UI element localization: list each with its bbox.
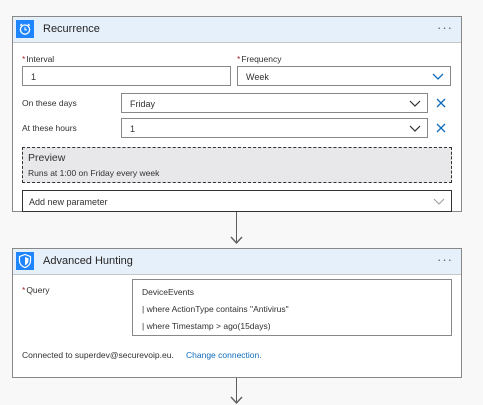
hunting-more-button[interactable]: ··· [437,252,453,267]
advanced-hunting-card: Advanced Hunting ··· *Query DeviceEvents… [12,248,462,378]
remove-days-icon[interactable] [435,97,447,109]
query-line: | where ActionType contains "Antivirus" [142,304,289,314]
chevron-down-icon [433,198,445,205]
query-textarea[interactable]: DeviceEvents | where ActionType contains… [132,279,452,336]
preview-title: Preview [28,152,66,164]
hours-dropdown[interactable]: 1 [121,118,428,138]
hunting-title: Advanced Hunting [43,255,133,267]
recurrence-more-button[interactable]: ··· [437,20,453,35]
remove-hours-icon[interactable] [435,122,447,134]
recurrence-title: Recurrence [43,23,100,35]
preview-text: Runs at 1:00 on Friday every week [28,168,160,178]
arrow-down-icon [230,396,243,405]
hunting-header[interactable]: Advanced Hunting ··· [13,249,461,275]
frequency-dropdown[interactable]: Week [237,66,451,86]
alarm-clock-icon [16,20,34,38]
query-label: *Query [22,285,50,295]
query-line: DeviceEvents [142,287,194,297]
add-parameter-dropdown[interactable]: Add new parameter [22,190,452,212]
change-connection-link[interactable]: Change connection. [186,350,262,360]
chevron-down-icon [409,125,421,132]
interval-input[interactable]: 1 [22,66,231,86]
shield-icon [16,252,34,270]
preview-panel: Preview Runs at 1:00 on Friday every wee… [22,147,452,183]
hours-label: At these hours [22,123,77,133]
recurrence-header[interactable]: Recurrence ··· [13,17,461,43]
days-label: On these days [22,98,77,108]
interval-label: *Interval [22,54,55,64]
query-line: | where Timestamp > ago(15days) [142,321,271,331]
connection-status: Connected to superdev@securevoip.eu. [22,350,174,360]
days-dropdown[interactable]: Friday [121,93,428,113]
recurrence-card: Recurrence ··· *Interval 1 *Frequency We… [12,16,462,212]
arrow-down-icon [230,236,243,245]
frequency-label: *Frequency [237,54,282,64]
chevron-down-icon [432,73,444,80]
chevron-down-icon [409,100,421,107]
